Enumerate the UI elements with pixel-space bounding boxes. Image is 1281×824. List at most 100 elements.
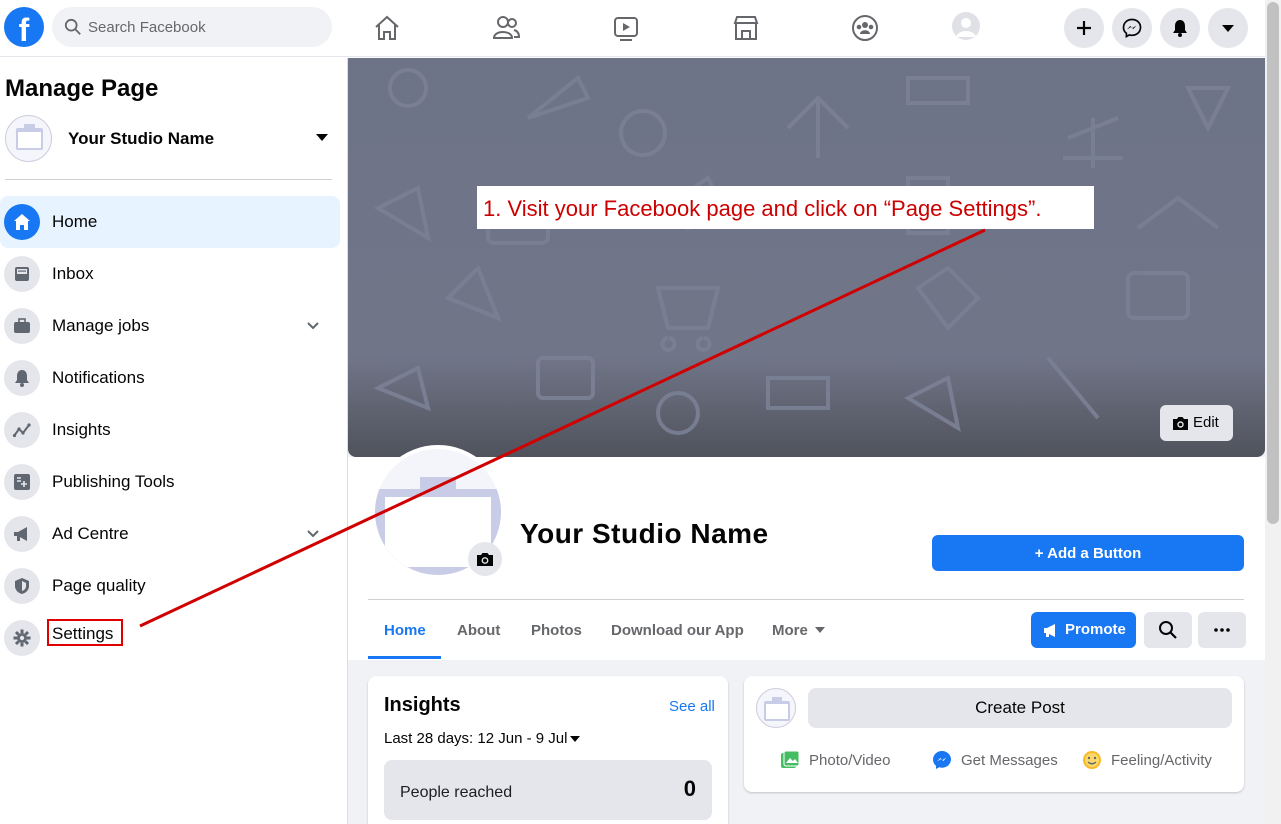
people-reached-value: 0 (683, 776, 696, 801)
instruction-text: 1. Visit your Facebook page and click on… (483, 196, 1042, 221)
inbox-icon (4, 256, 40, 292)
sidebar-item-insights[interactable]: Insights (0, 404, 340, 456)
account-caret-icon (1222, 25, 1234, 32)
sidebar-item-notifications[interactable]: Notifications (0, 352, 340, 404)
chevron-down-icon[interactable] (316, 134, 328, 141)
edit-label: Edit (1193, 414, 1219, 431)
tab-home[interactable]: Home (384, 622, 426, 639)
account-button[interactable] (1208, 8, 1248, 48)
add-a-button[interactable]: + Add a Button (932, 535, 1244, 571)
camera-icon (477, 553, 493, 566)
promote-label: Promote (1065, 621, 1126, 638)
profile-icon[interactable] (951, 11, 981, 41)
feeling-activity-label: Feeling/Activity (1111, 752, 1212, 769)
promote-button[interactable]: Promote (1031, 612, 1136, 648)
messenger-icon (1122, 18, 1142, 38)
people-reached-stat: People reached 0 (384, 760, 712, 820)
tab-download-app[interactable]: Download our App (611, 622, 744, 639)
notifications-button[interactable] (1160, 8, 1200, 48)
tab-about[interactable]: About (457, 622, 500, 639)
create-button[interactable] (1064, 8, 1104, 48)
sidebar-item-label: Inbox (52, 264, 94, 283)
search-icon (64, 18, 81, 35)
page-search-button[interactable] (1144, 612, 1192, 648)
shield-icon (4, 568, 40, 604)
update-profile-picture-button[interactable] (468, 542, 502, 576)
camera-icon (1173, 417, 1188, 430)
briefcase-icon (4, 308, 40, 344)
top-navigation-bar: f (0, 0, 1265, 57)
caret-down-icon (570, 736, 581, 743)
sidebar-item-label: Publishing Tools (52, 472, 175, 491)
instruction-annotation: 1. Visit your Facebook page and click on… (477, 186, 1094, 229)
see-all-link[interactable]: See all (669, 698, 715, 715)
search-box[interactable] (52, 7, 332, 47)
sidebar-item-manage-jobs[interactable]: Manage jobs (0, 300, 340, 352)
groups-icon[interactable] (849, 12, 881, 44)
gear-icon (4, 620, 40, 656)
megaphone-icon (1044, 624, 1055, 637)
megaphone-icon (4, 516, 40, 552)
sidebar-item-label: Manage jobs (52, 316, 150, 335)
tab-divider (368, 599, 1244, 600)
search-input[interactable] (88, 7, 323, 47)
photo-video-action[interactable]: Photo/Video (780, 750, 910, 772)
sidebar-item-label: Home (52, 212, 98, 231)
messenger-button[interactable] (1112, 8, 1152, 48)
sidebar-item-label: Notifications (52, 368, 145, 387)
create-post-card: Create Post Photo/Video Get Messages Fee… (744, 676, 1244, 792)
publishing-icon (4, 464, 40, 500)
sidebar-item-label: Ad Centre (52, 524, 129, 543)
tab-photos[interactable]: Photos (531, 622, 582, 639)
friends-icon[interactable] (490, 12, 522, 44)
get-messages-label: Get Messages (961, 752, 1058, 769)
sidebar-title: Manage Page (5, 75, 159, 102)
cover-photo: Edit (348, 58, 1265, 457)
insights-icon (4, 412, 40, 448)
notifications-icon (1173, 20, 1187, 37)
date-range-selector[interactable]: Last 28 days: 12 Jun - 9 Jul (384, 730, 581, 747)
bell-icon (4, 360, 40, 396)
divider (5, 179, 332, 180)
page-avatar (5, 115, 52, 162)
sidebar-item-publishing-tools[interactable]: Publishing Tools (0, 456, 340, 508)
insights-card: Insights See all Last 28 days: 12 Jun - … (368, 676, 728, 824)
edit-cover-button[interactable]: Edit (1160, 405, 1233, 441)
date-range-label: Last 28 days: 12 Jun - 9 Jul (384, 730, 568, 747)
sidebar-item-label: Page quality (52, 576, 146, 595)
get-messages-action[interactable]: Get Messages (932, 750, 1062, 772)
home-icon (4, 204, 40, 240)
tab-more[interactable]: More (772, 622, 808, 639)
watch-icon[interactable] (610, 12, 642, 44)
page-avatar (756, 688, 796, 728)
page-main: Edit Your Studio Name + Add a Button Hom… (348, 58, 1265, 824)
more-horizontal-icon (1214, 628, 1230, 632)
photo-video-label: Photo/Video (809, 752, 891, 769)
sidebar-item-page-quality[interactable]: Page quality (0, 560, 340, 612)
tab-active-underline (368, 656, 441, 659)
feeling-activity-action[interactable]: Feeling/Activity (1082, 750, 1232, 772)
sidebar-item-ad-centre[interactable]: Ad Centre (0, 508, 340, 560)
sidebar-item-label: Insights (52, 420, 111, 439)
page-title: Your Studio Name (520, 518, 769, 549)
chevron-down-icon[interactable] (306, 319, 320, 333)
messenger-icon (933, 751, 951, 769)
create-post-button[interactable]: Create Post (808, 688, 1232, 728)
sidebar-item-inbox[interactable]: Inbox (0, 248, 340, 300)
page-selector[interactable]: Your Studio Name (5, 113, 335, 163)
home-icon[interactable] (371, 12, 403, 44)
more-options-button[interactable] (1198, 612, 1246, 648)
people-reached-label: People reached (400, 784, 513, 801)
marketplace-icon[interactable] (730, 12, 762, 44)
chevron-down-icon[interactable] (306, 527, 320, 541)
manage-page-sidebar: Manage Page Your Studio Name Home Inbox … (0, 58, 348, 824)
caret-down-icon[interactable] (815, 627, 825, 633)
insights-title: Insights (384, 694, 461, 716)
search-icon (1159, 621, 1177, 639)
scrollbar-thumb[interactable] (1267, 2, 1279, 524)
settings-highlight-box (47, 619, 123, 646)
facebook-logo[interactable]: f (4, 7, 44, 47)
sidebar-item-home[interactable]: Home (0, 196, 340, 248)
page-selector-name: Your Studio Name (68, 129, 215, 148)
photo-icon (781, 750, 800, 768)
